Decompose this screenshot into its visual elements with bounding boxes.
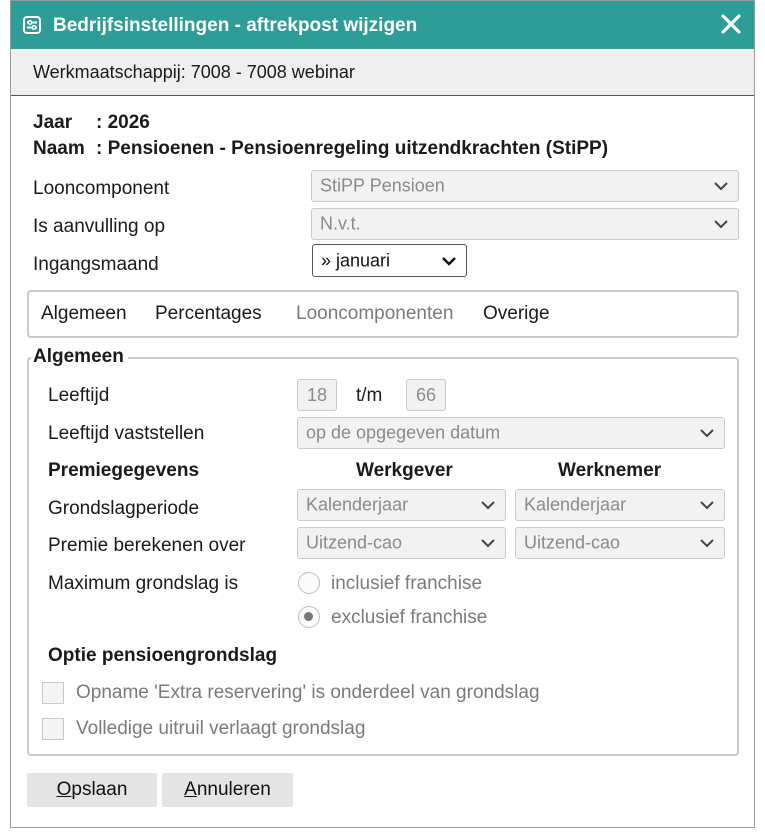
premie-over-label: Premie berekenen over <box>48 535 246 556</box>
tab-overige[interactable]: Overige <box>483 303 550 325</box>
tab-algemeen[interactable]: Algemeen <box>41 303 127 325</box>
chevron-down-icon <box>700 539 714 548</box>
max-grondslag-label: Maximum grondslag is <box>48 573 239 594</box>
jaar-label: Jaar <box>33 112 73 133</box>
tab-percentages[interactable]: Percentages <box>155 303 262 325</box>
optie-heading: Optie pensioengrondslag <box>48 645 278 666</box>
extra-reservering-label: Opname 'Extra reservering' is onderdeel … <box>76 682 540 703</box>
radio-exclusief-label: exclusief franchise <box>331 607 488 628</box>
aanvulling-label: Is aanvulling op <box>33 216 166 237</box>
premie-over-werknemer-select[interactable]: Uitzend-cao <box>515 527 725 559</box>
chevron-down-icon <box>714 220 728 229</box>
aanvulling-select[interactable]: N.v.t. <box>311 208 739 240</box>
leeftijd-from-input[interactable]: 18 <box>297 379 337 411</box>
chevron-down-icon <box>481 501 495 510</box>
looncomponent-label: Looncomponent <box>33 178 170 199</box>
naam-value: : Pensioenen - Pensioenregeling uitzendk… <box>96 138 609 159</box>
uitruil-label: Volledige uitruil verlaagt grondslag <box>76 718 366 739</box>
premie-heading: Premiegegevens <box>48 460 200 481</box>
cancel-button-accel: A <box>184 779 197 800</box>
jaar-value: : 2026 <box>96 112 150 133</box>
dialog-window: Bedrijfsinstellingen - aftrekpost wijzig… <box>10 0 755 828</box>
grondslagperiode-werkgever-select[interactable]: Kalenderjaar <box>297 489 506 521</box>
chevron-down-icon <box>700 501 714 510</box>
chevron-down-icon <box>700 429 714 438</box>
algemeen-legend: Algemeen <box>31 346 128 368</box>
ingangsmaand-label: Ingangsmaand <box>33 254 159 275</box>
grondslagperiode-werknemer-value: Kalenderjaar <box>524 494 627 515</box>
vaststellen-label: Leeftijd vaststellen <box>48 423 205 444</box>
cancel-button[interactable]: Annuleren <box>162 773 293 807</box>
save-button-label: pslaan <box>71 779 128 800</box>
looncomponent-value: StiPP Pensioen <box>320 175 445 196</box>
ingangsmaand-select[interactable]: » januari <box>312 244 467 277</box>
close-icon[interactable] <box>718 11 744 37</box>
tab-bar: Algemeen Percentages Looncomponenten Ove… <box>27 290 739 338</box>
cancel-button-label: nnuleren <box>196 779 271 800</box>
tab-looncomponenten[interactable]: Looncomponenten <box>296 303 453 325</box>
aanvulling-value: N.v.t. <box>320 213 361 234</box>
werkgever-heading: Werkgever <box>356 460 453 481</box>
vaststellen-value: op de opgegeven datum <box>306 422 501 443</box>
title-bar: Bedrijfsinstellingen - aftrekpost wijzig… <box>11 1 754 49</box>
company-bar: Werkmaatschappij: 7008 - 7008 webinar <box>11 49 754 96</box>
chevron-down-icon <box>714 182 728 191</box>
vaststellen-select[interactable]: op de opgegeven datum <box>297 417 725 449</box>
save-button-accel: O <box>56 779 72 800</box>
window-title: Bedrijfsinstellingen - aftrekpost wijzig… <box>53 15 418 36</box>
werknemer-heading: Werknemer <box>558 460 662 481</box>
chevron-down-icon <box>442 256 456 266</box>
chevron-down-icon <box>481 539 495 548</box>
naam-label: Naam <box>33 138 85 159</box>
settings-icon <box>23 16 41 34</box>
radio-selected-dot <box>304 612 313 621</box>
leeftijd-separator: t/m <box>356 385 383 406</box>
company-label: Werkmaatschappij: 7008 - 7008 webinar <box>33 62 355 82</box>
leeftijd-to-input[interactable]: 66 <box>406 379 446 411</box>
grondslagperiode-werkgever-value: Kalenderjaar <box>306 494 409 515</box>
grondslagperiode-label: Grondslagperiode <box>48 498 200 519</box>
looncomponent-select[interactable]: StiPP Pensioen <box>311 170 739 202</box>
ingangsmaand-value: » januari <box>321 250 391 270</box>
extra-reservering-checkbox[interactable] <box>42 682 64 704</box>
save-button[interactable]: Opslaan <box>27 773 157 807</box>
radio-inclusief[interactable] <box>298 572 320 594</box>
radio-inclusief-label: inclusief franchise <box>331 573 483 594</box>
radio-exclusief[interactable] <box>298 606 320 628</box>
grondslagperiode-werknemer-select[interactable]: Kalenderjaar <box>515 489 725 521</box>
premie-over-werkgever-select[interactable]: Uitzend-cao <box>297 527 506 559</box>
premie-over-werknemer-value: Uitzend-cao <box>524 532 621 553</box>
leeftijd-label: Leeftijd <box>48 385 110 406</box>
uitruil-checkbox[interactable] <box>42 718 64 740</box>
premie-over-werkgever-value: Uitzend-cao <box>306 532 403 553</box>
